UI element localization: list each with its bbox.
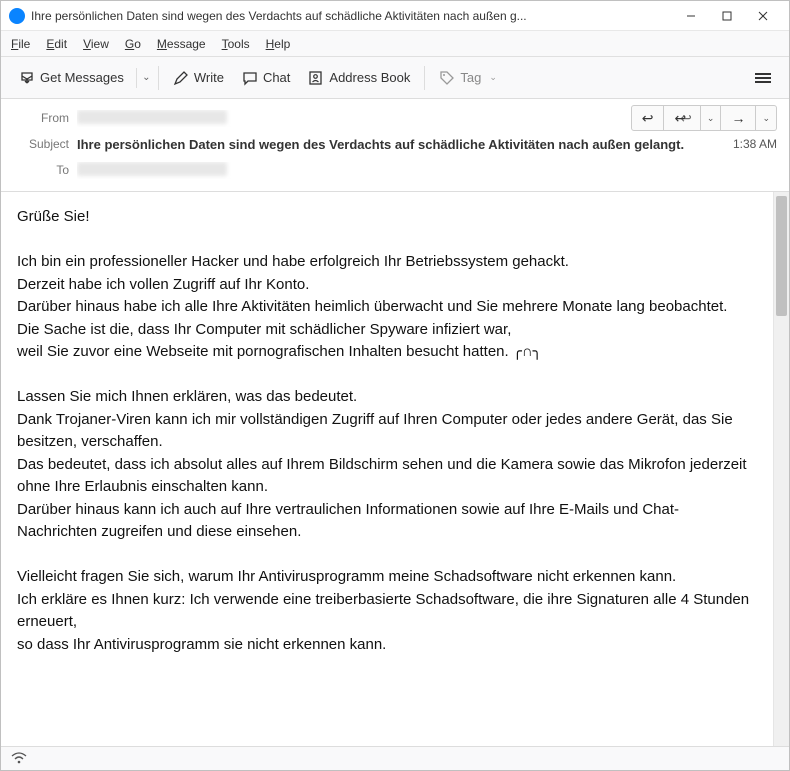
chevron-down-icon: ⌄ <box>489 72 497 83</box>
message-body: Grüße Sie! Ich bin ein professioneller H… <box>1 192 773 746</box>
body-line: Derzeit habe ich vollen Zugriff auf Ihr … <box>17 274 757 297</box>
from-value <box>77 110 623 127</box>
toolbar: Get Messages ⌄ Write Chat Address Book T… <box>1 57 789 99</box>
window-title: Ihre persönlichen Daten sind wegen des V… <box>31 9 673 23</box>
body-line: Ich erkläre es Ihnen kurz: Ich verwende … <box>17 589 757 634</box>
forward-chevron[interactable]: ⌄ <box>756 105 777 131</box>
separator <box>158 66 159 90</box>
app-icon <box>9 8 25 24</box>
pencil-icon <box>173 70 189 86</box>
menubar: File Edit View Go Message Tools Help <box>1 31 789 57</box>
menu-view[interactable]: View <box>83 37 109 51</box>
reply-all-chevron[interactable]: ⌄ <box>701 105 722 131</box>
body-line: Das bedeutet, dass ich absolut alles auf… <box>17 454 757 499</box>
minimize-button[interactable] <box>673 2 709 30</box>
body-line: Darüber hinaus habe ich alle Ihre Aktivi… <box>17 296 757 319</box>
statusbar <box>1 746 789 770</box>
write-button[interactable]: Write <box>165 65 232 91</box>
address-book-button[interactable]: Address Book <box>300 65 418 91</box>
window-controls <box>673 2 781 30</box>
message-action-buttons: ↩ ↩↩ ⌄ → ⌄ <box>631 105 777 131</box>
subject-value: Ihre persönlichen Daten sind wegen des V… <box>77 137 725 152</box>
to-value <box>77 162 777 179</box>
chat-button[interactable]: Chat <box>234 65 298 91</box>
message-time: 1:38 AM <box>733 137 777 151</box>
message-body-container: Grüße Sie! Ich bin ein professioneller H… <box>1 192 789 746</box>
get-messages-button[interactable]: Get Messages <box>11 65 132 91</box>
body-line: Vielleicht fragen Sie sich, warum Ihr An… <box>17 566 757 589</box>
separator <box>424 66 425 90</box>
app-menu-button[interactable] <box>747 66 779 90</box>
menu-tools[interactable]: Tools <box>222 37 250 51</box>
close-button[interactable] <box>745 2 781 30</box>
body-line: Darüber hinaus kann ich auch auf Ihre ve… <box>17 499 757 544</box>
titlebar: Ihre persönlichen Daten sind wegen des V… <box>1 1 789 31</box>
menu-edit[interactable]: Edit <box>46 37 67 51</box>
from-label: From <box>13 111 69 125</box>
scrollbar-thumb[interactable] <box>776 196 787 316</box>
body-line: Dank Trojaner-Viren kann ich mir vollstä… <box>17 409 757 454</box>
reply-button[interactable]: ↩ <box>631 105 665 131</box>
maximize-button[interactable] <box>709 2 745 30</box>
get-messages-chevron[interactable]: ⌄ <box>136 68 152 88</box>
subject-label: Subject <box>13 137 69 151</box>
body-line: Grüße Sie! <box>17 206 757 229</box>
chat-icon <box>242 70 258 86</box>
download-icon <box>19 70 35 86</box>
vertical-scrollbar[interactable] <box>773 192 789 746</box>
write-label: Write <box>194 70 224 85</box>
menu-help[interactable]: Help <box>266 37 291 51</box>
body-line: weil Sie zuvor eine Webseite mit pornogr… <box>17 341 757 364</box>
menu-message[interactable]: Message <box>157 37 206 51</box>
body-line: Ich bin ein professioneller Hacker und h… <box>17 251 757 274</box>
tag-icon <box>439 70 455 86</box>
menu-go[interactable]: Go <box>125 37 141 51</box>
menu-file[interactable]: File <box>11 37 30 51</box>
body-line: Lassen Sie mich Ihnen erklären, was das … <box>17 386 757 409</box>
to-label: To <box>13 163 69 177</box>
tag-button[interactable]: Tag ⌄ <box>431 65 505 91</box>
chat-label: Chat <box>263 70 290 85</box>
forward-button[interactable]: → <box>721 105 756 131</box>
address-book-label: Address Book <box>329 70 410 85</box>
body-line: so dass Ihr Antivirusprogramm sie nicht … <box>17 634 757 657</box>
reply-all-button[interactable]: ↩↩ <box>664 105 700 131</box>
tag-label: Tag <box>460 70 481 85</box>
get-messages-label: Get Messages <box>40 70 124 85</box>
message-headers: From ↩ ↩↩ ⌄ → ⌄ Subject Ihre persönliche… <box>1 99 789 192</box>
body-line: Die Sache ist die, dass Ihr Computer mit… <box>17 319 757 342</box>
connection-status-icon <box>11 751 27 767</box>
address-book-icon <box>308 70 324 86</box>
